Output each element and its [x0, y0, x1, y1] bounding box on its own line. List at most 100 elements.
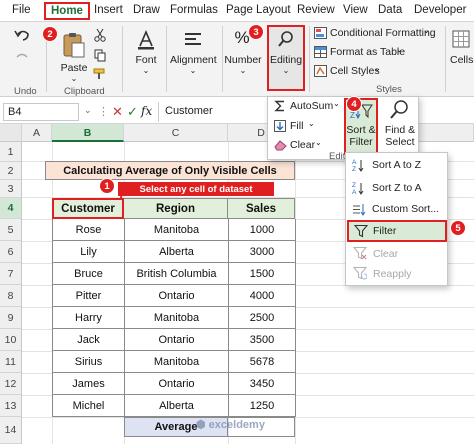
tab-view[interactable]: View: [343, 4, 368, 16]
table-cell[interactable]: Harry: [53, 307, 125, 329]
row-header-12[interactable]: 12: [0, 373, 22, 395]
name-box-chevron-icon[interactable]: ⌄: [84, 105, 92, 116]
tab-file[interactable]: File: [12, 4, 31, 16]
sort-z-a-menu-item[interactable]: Sort Z to A: [372, 182, 422, 194]
tab-developer[interactable]: Developer: [414, 4, 466, 16]
paste-chevron-icon[interactable]: ⌄: [68, 74, 80, 83]
row-header-5[interactable]: 5: [0, 219, 22, 241]
table-cell[interactable]: Alberta: [125, 241, 229, 263]
paste-icon[interactable]: [62, 32, 86, 58]
column-header-a[interactable]: A: [22, 124, 52, 142]
table-cell[interactable]: 1000: [229, 219, 296, 241]
row-header-2[interactable]: 2: [0, 162, 22, 180]
number-chevron-icon[interactable]: ⌄: [237, 66, 249, 75]
custom-sort-menu-item[interactable]: Custom Sort...: [372, 203, 439, 215]
tab-page-layout[interactable]: Page Layout: [226, 4, 291, 16]
table-cell[interactable]: Michel: [53, 395, 125, 417]
font-button[interactable]: Font: [132, 54, 160, 66]
row-header-4[interactable]: 4: [0, 198, 22, 219]
autosum-menu-item[interactable]: AutoSum: [290, 100, 333, 112]
table-cell[interactable]: 1250: [229, 395, 296, 417]
cut-icon[interactable]: [94, 28, 106, 42]
svg-text:Z: Z: [350, 111, 355, 120]
row-header-9[interactable]: 9: [0, 307, 22, 329]
table-cell[interactable]: Lily: [53, 241, 125, 263]
cell-styles-icon: [314, 65, 327, 77]
sort-a-z-menu-item[interactable]: Sort A to Z: [372, 159, 421, 171]
table-cell[interactable]: James: [53, 373, 125, 395]
font-chevron-icon[interactable]: ⌄: [140, 66, 152, 75]
undo-icon[interactable]: [14, 28, 30, 42]
row-header-3[interactable]: 3: [0, 180, 22, 198]
column-header-c[interactable]: C: [124, 124, 228, 142]
table-cell[interactable]: 3450: [229, 373, 296, 395]
table-cell[interactable]: 3500: [229, 329, 296, 351]
row-header-14[interactable]: 14: [0, 417, 22, 444]
insert-function-icon[interactable]: fx: [141, 104, 152, 118]
table-cell[interactable]: 2500: [229, 307, 296, 329]
clear-chevron-icon[interactable]: ⌄: [315, 138, 322, 147]
tab-formulas[interactable]: Formulas: [170, 4, 218, 16]
find-select-label-2[interactable]: Select: [383, 136, 417, 148]
table-cell[interactable]: Jack: [53, 329, 125, 351]
table-cell[interactable]: Manitoba: [125, 351, 229, 373]
table-cell[interactable]: Ontario: [125, 373, 229, 395]
clear-menu-item[interactable]: Clear: [290, 139, 315, 151]
tab-data[interactable]: Data: [378, 4, 402, 16]
copy-icon[interactable]: [94, 49, 106, 62]
redo-icon[interactable]: [15, 52, 29, 62]
table-cell[interactable]: Manitoba: [125, 219, 229, 241]
paste-button[interactable]: Paste: [60, 62, 88, 74]
tab-draw[interactable]: Draw: [133, 4, 160, 16]
fill-menu-item[interactable]: Fill: [290, 120, 303, 132]
conditional-formatting-chevron-icon[interactable]: ⌄: [423, 26, 430, 35]
row-header-13[interactable]: 13: [0, 395, 22, 417]
table-cell[interactable]: Sirius: [53, 351, 125, 373]
fill-chevron-icon[interactable]: ⌄: [308, 119, 315, 128]
table-cell[interactable]: 4000: [229, 285, 296, 307]
tab-insert[interactable]: Insert: [94, 4, 123, 16]
format-painter-icon[interactable]: [93, 68, 107, 80]
autosum-chevron-icon[interactable]: ⌄: [333, 99, 340, 108]
cells-button[interactable]: Cells: [450, 54, 474, 66]
row-header-11[interactable]: 11: [0, 351, 22, 373]
table-cell[interactable]: Manitoba: [125, 307, 229, 329]
table-cell[interactable]: Pitter: [53, 285, 125, 307]
select-all-corner[interactable]: [0, 124, 22, 142]
font-icon[interactable]: [137, 30, 155, 50]
cell-styles-chevron-icon[interactable]: ⌄: [374, 64, 381, 73]
format-as-table-chevron-icon[interactable]: ⌄: [396, 45, 403, 54]
table-header-customer[interactable]: Customer: [52, 198, 124, 219]
name-box[interactable]: B4: [3, 103, 79, 121]
find-select-label-1[interactable]: Find &: [383, 124, 417, 136]
table-cell[interactable]: Ontario: [125, 285, 229, 307]
column-header-b[interactable]: B: [52, 124, 124, 142]
table-cell[interactable]: Bruce: [53, 263, 125, 285]
table-header-sales[interactable]: Sales: [228, 198, 295, 219]
table-cell[interactable]: British Columbia: [125, 263, 229, 285]
table-cell[interactable]: 1500: [229, 263, 296, 285]
tab-home[interactable]: Home: [44, 2, 90, 20]
alignment-button[interactable]: Alignment: [170, 54, 217, 66]
table-cell[interactable]: 3000: [229, 241, 296, 263]
cancel-icon[interactable]: ✕: [112, 104, 123, 120]
cell-styles-button[interactable]: Cell Styles: [330, 65, 380, 77]
table-cell[interactable]: Rose: [53, 219, 125, 241]
row-header-10[interactable]: 10: [0, 329, 22, 351]
row-header-6[interactable]: 6: [0, 241, 22, 263]
table-cell[interactable]: Ontario: [125, 329, 229, 351]
format-as-table-button[interactable]: Format as Table: [330, 46, 405, 58]
row-header-7[interactable]: 7: [0, 263, 22, 285]
row-header-8[interactable]: 8: [0, 285, 22, 307]
alignment-icon[interactable]: [184, 31, 202, 47]
tab-review[interactable]: Review: [297, 4, 335, 16]
row-header-1[interactable]: 1: [0, 142, 22, 162]
number-button[interactable]: Number: [224, 54, 262, 66]
enter-icon[interactable]: ✓: [127, 104, 138, 120]
alignment-chevron-icon[interactable]: ⌄: [187, 66, 199, 75]
table-cell[interactable]: Alberta: [125, 395, 229, 417]
table-header-region[interactable]: Region: [124, 198, 228, 219]
conditional-formatting-button[interactable]: Conditional Formatting: [330, 27, 436, 39]
formula-input[interactable]: Customer: [165, 105, 213, 117]
table-cell[interactable]: 5678: [229, 351, 296, 373]
